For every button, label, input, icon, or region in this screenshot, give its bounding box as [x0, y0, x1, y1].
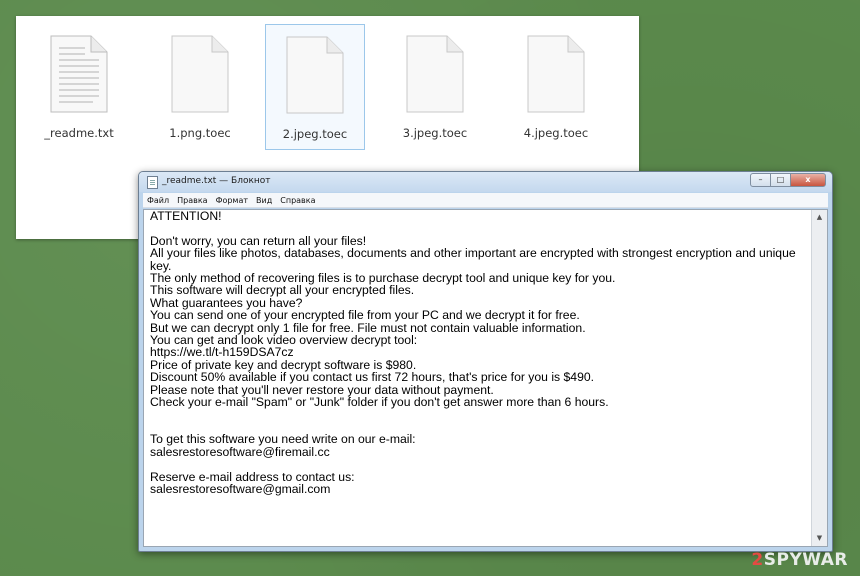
- file-item-1-png[interactable]: 1.png.toec: [150, 24, 250, 150]
- file-name-label: 3.jpeg.toec: [402, 126, 468, 140]
- text-editor[interactable]: ATTENTION! Don't worry, you can return a…: [143, 209, 828, 547]
- watermark-text: SPYWAR: [763, 550, 848, 570]
- menu-help[interactable]: Справка: [280, 196, 315, 205]
- maximize-button[interactable]: □: [770, 173, 791, 187]
- file-name-label: 1.png.toec: [169, 126, 231, 140]
- watermark-prefix: 2: [751, 550, 764, 570]
- blank-file-icon: [286, 36, 344, 114]
- menu-bar: Файл Правка Формат Вид Справка: [143, 193, 828, 208]
- window-controls: – □ x: [750, 173, 826, 187]
- notepad-icon: [147, 176, 158, 189]
- blank-file-icon: [527, 35, 585, 113]
- text-file-icon: [50, 35, 108, 113]
- file-item-2-jpeg[interactable]: 2.jpeg.toec: [265, 24, 365, 150]
- menu-format[interactable]: Формат: [216, 196, 248, 205]
- blank-file-icon: [171, 35, 229, 113]
- scroll-down-icon[interactable]: ▼: [812, 531, 827, 546]
- file-name-label: 2.jpeg.toec: [282, 127, 348, 141]
- blank-file-icon: [406, 35, 464, 113]
- menu-view[interactable]: Вид: [256, 196, 272, 205]
- window-title: _readme.txt — Блокнот: [162, 176, 271, 186]
- file-name-label: 4.jpeg.toec: [523, 126, 589, 140]
- file-item-4-jpeg[interactable]: 4.jpeg.toec: [506, 24, 606, 150]
- notepad-window: _readme.txt — Блокнот – □ x Файл Правка …: [138, 171, 833, 552]
- file-item-3-jpeg[interactable]: 3.jpeg.toec: [385, 24, 485, 150]
- vertical-scrollbar[interactable]: ▲ ▼: [811, 210, 827, 546]
- file-item-readme[interactable]: _readme.txt: [29, 24, 129, 150]
- file-name-label: _readme.txt: [44, 126, 114, 140]
- close-button[interactable]: x: [790, 173, 826, 187]
- menu-file[interactable]: Файл: [147, 196, 169, 205]
- ransom-note-text[interactable]: ATTENTION! Don't worry, you can return a…: [150, 210, 807, 546]
- menu-edit[interactable]: Правка: [177, 196, 207, 205]
- title-bar[interactable]: _readme.txt — Блокнот – □ x: [139, 172, 832, 192]
- minimize-button[interactable]: –: [750, 173, 771, 187]
- scroll-up-icon[interactable]: ▲: [812, 210, 827, 225]
- watermark-logo: 2SPYWAR: [751, 550, 848, 570]
